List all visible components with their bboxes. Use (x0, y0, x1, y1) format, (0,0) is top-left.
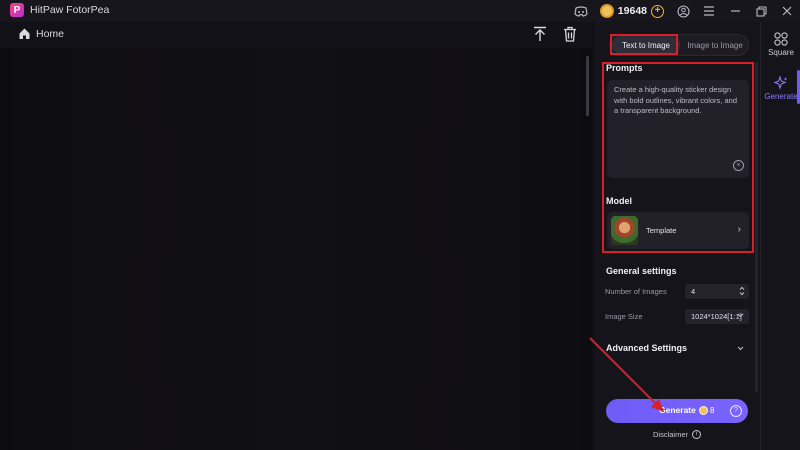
advanced-settings-title[interactable]: Advanced Settings (606, 343, 687, 353)
model-name: Template (646, 226, 677, 235)
title-bar: P HitPaw FotorPea 19648 + (0, 0, 800, 22)
model-thumbnail (611, 216, 638, 245)
nav-sidebar: Square Generate (760, 22, 800, 450)
number-of-images-value: 4 (691, 287, 696, 296)
sidebar-item-generate[interactable]: Generate (761, 72, 800, 106)
sidebar-item-label: Generate (764, 92, 798, 101)
image-size-label: Image Size (605, 312, 643, 321)
number-of-images-label: Number of Images (605, 287, 667, 296)
prompt-text: Create a high-quality sticker design wit… (614, 85, 737, 115)
upload-icon[interactable] (533, 26, 547, 42)
model-title: Model (606, 196, 632, 206)
coin-icon (599, 4, 614, 18)
user-icon[interactable] (670, 0, 696, 22)
generate-label: Generate (659, 405, 696, 415)
menu-icon[interactable] (696, 0, 722, 22)
panel-scrollbar[interactable] (755, 62, 758, 392)
canvas-scrollbar[interactable] (586, 56, 589, 116)
app-title: HitPaw FotorPea (30, 4, 110, 16)
close-icon[interactable] (774, 0, 800, 22)
app-logo-icon: P (10, 3, 24, 17)
home-label: Home (36, 27, 65, 40)
minimize-icon[interactable] (722, 0, 748, 22)
restore-icon[interactable] (748, 0, 774, 22)
prompts-title: Prompts (606, 63, 643, 73)
workspace-toolbar: Home (0, 22, 592, 48)
coin-count: 19648 (617, 5, 647, 17)
chevron-right-icon: › (737, 224, 741, 235)
settings-panel: Text to Image Image to Image Prompts Cre… (595, 22, 760, 450)
chevron-down-icon (737, 310, 744, 322)
image-size-select[interactable]: 1024*1024[1:1] (685, 309, 749, 324)
coin-icon (699, 406, 708, 415)
generate-cost: 8 (710, 405, 715, 415)
home-icon (19, 28, 30, 39)
trash-icon[interactable] (563, 26, 577, 42)
clear-prompt-icon[interactable]: × (733, 160, 744, 171)
sidebar-item-square[interactable]: Square (761, 28, 800, 62)
disclaimer-label: Disclaimer (653, 430, 689, 439)
sidebar-item-label: Square (768, 48, 794, 57)
disclaimer-link[interactable]: Disclaimer i (653, 430, 702, 439)
tab-image-to-image[interactable]: Image to Image (682, 35, 748, 55)
generate-button[interactable]: Generate 8 ? (606, 399, 748, 423)
discord-icon[interactable] (568, 0, 594, 22)
workspace: Home (0, 22, 592, 450)
home-button[interactable]: Home (18, 27, 64, 40)
info-icon: i (692, 430, 702, 439)
add-coins-button[interactable]: + (651, 4, 664, 18)
image-size-value: 1024*1024[1:1] (691, 312, 742, 321)
stepper-arrows-icon[interactable] (739, 285, 745, 300)
number-of-images-stepper[interactable]: 4 (685, 284, 749, 299)
coin-balance[interactable]: 19648 + (599, 3, 664, 19)
image-canvas (12, 48, 583, 450)
square-icon (774, 32, 788, 46)
help-icon[interactable]: ? (730, 405, 742, 417)
prompt-input[interactable]: Create a high-quality sticker design wit… (607, 80, 749, 178)
sparkle-icon (774, 76, 788, 90)
tab-highlight-box (610, 34, 678, 55)
model-selector[interactable]: Template › (607, 212, 749, 249)
advanced-expand-icon[interactable] (737, 344, 744, 354)
general-settings-title: General settings (606, 266, 677, 276)
